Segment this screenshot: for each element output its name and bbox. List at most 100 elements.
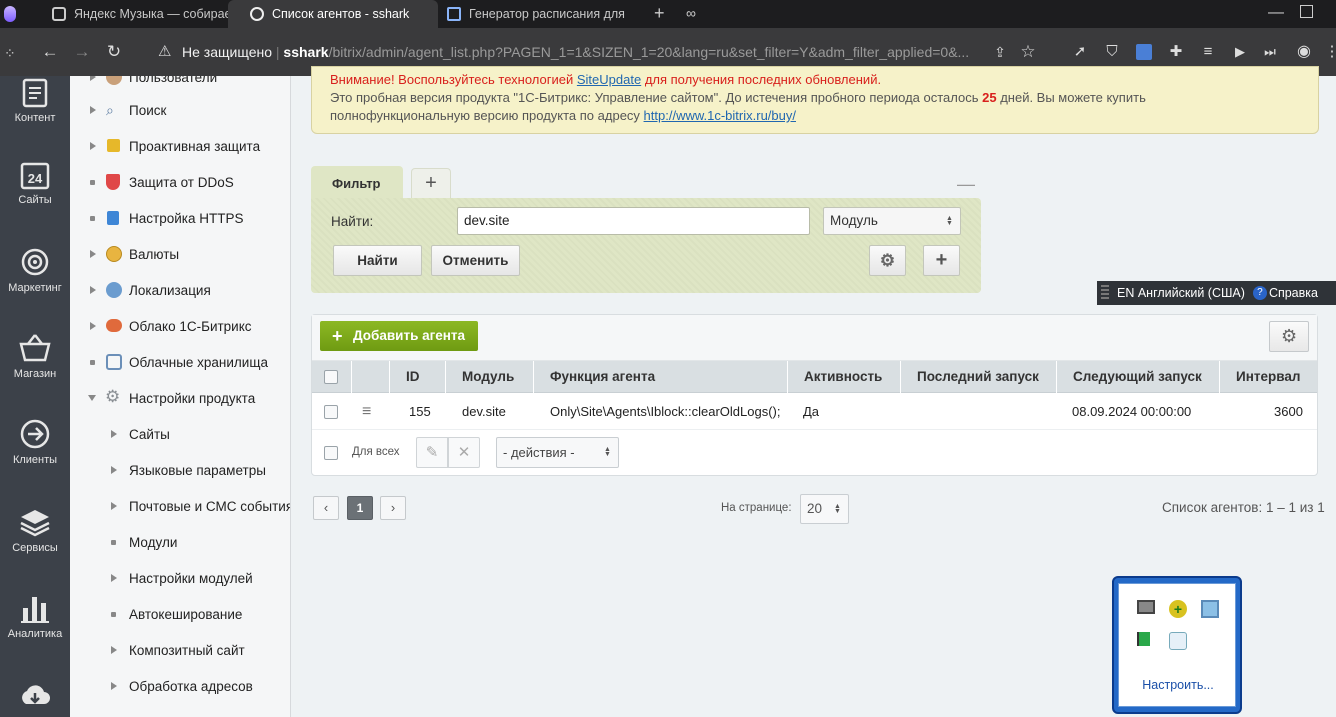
expand-arrow-icon[interactable] bbox=[111, 502, 117, 510]
next-track-icon[interactable]: ⏭ bbox=[1260, 42, 1280, 62]
next-page-button[interactable]: › bbox=[380, 496, 406, 520]
expand-arrow-icon[interactable] bbox=[111, 682, 117, 690]
find-input[interactable]: dev.site bbox=[457, 207, 810, 235]
column-header-module[interactable]: Модуль bbox=[446, 361, 534, 393]
menu-item-composite[interactable]: Композитный сайт bbox=[70, 639, 245, 661]
menu-item-https[interactable]: Настройка HTTPS bbox=[70, 207, 243, 229]
siteupdate-link[interactable]: SiteUpdate bbox=[577, 72, 641, 87]
collapse-arrow-icon[interactable] bbox=[88, 395, 96, 401]
module-select[interactable]: Модуль ▲ ▼ bbox=[823, 207, 961, 235]
minimize-window-icon[interactable]: — bbox=[1268, 4, 1284, 22]
tab-groups-icon[interactable]: ∞ bbox=[686, 5, 696, 21]
configure-link[interactable]: Настроить... bbox=[1119, 678, 1237, 692]
menu-item-module-settings[interactable]: Настройки модулей bbox=[70, 567, 253, 589]
flag-icon[interactable] bbox=[1137, 632, 1155, 646]
url-field[interactable]: Не защищено | sshark/bitrix/admin/agent_… bbox=[182, 44, 969, 60]
expand-arrow-icon[interactable] bbox=[90, 286, 96, 294]
column-header-next-run[interactable]: Следующий запуск bbox=[1057, 361, 1220, 393]
menu-item-localization[interactable]: Локализация bbox=[70, 279, 211, 301]
profile-icon[interactable]: ◉ bbox=[1294, 42, 1314, 62]
warning-icon[interactable]: ⚠ bbox=[158, 42, 171, 60]
expand-arrow-icon[interactable] bbox=[111, 430, 117, 438]
panel-item-clients[interactable]: Клиенты bbox=[0, 418, 70, 466]
expand-arrow-icon[interactable] bbox=[111, 574, 117, 582]
menu-item-search[interactable]: ⌕ Поиск bbox=[70, 99, 166, 121]
column-header-id[interactable]: ID bbox=[390, 361, 446, 393]
panel-item-cloud[interactable] bbox=[0, 680, 70, 714]
menu-icon[interactable]: ⋮ bbox=[1322, 42, 1336, 62]
back-icon[interactable]: ← bbox=[40, 42, 60, 62]
menu-item-users[interactable]: Пользователи bbox=[70, 76, 217, 88]
menu-item-cloud-storage[interactable]: Облачные хранилища bbox=[70, 351, 268, 373]
expand-arrow-icon[interactable] bbox=[90, 106, 96, 114]
tab-schedule-generator[interactable]: Генератор расписания для bbox=[425, 0, 640, 28]
actions-select[interactable]: - действия - ▲ ▼ bbox=[496, 437, 619, 468]
menu-item-product-settings[interactable]: ⚙ Настройки продукта bbox=[70, 387, 255, 409]
help-icon[interactable]: ? bbox=[1252, 286, 1267, 300]
add-filter-field-button[interactable]: + bbox=[923, 245, 960, 276]
expand-arrow-icon[interactable] bbox=[90, 76, 96, 81]
tab-agent-list[interactable]: Список агентов - sshark bbox=[228, 0, 438, 28]
reload-icon[interactable]: ↻ bbox=[104, 42, 124, 62]
menu-item-autocache[interactable]: Автокеширование bbox=[70, 603, 242, 625]
extensions-icon[interactable]: ✚ bbox=[1166, 42, 1186, 62]
panel-item-sites[interactable]: 24 Сайты bbox=[0, 160, 70, 206]
buy-link[interactable]: http://www.1c-bitrix.ru/buy/ bbox=[644, 108, 796, 123]
language-indicator[interactable]: EN Английский (США) bbox=[1117, 286, 1245, 300]
column-header-interval[interactable]: Интервал bbox=[1220, 361, 1317, 393]
filter-tab[interactable]: Фильтр bbox=[311, 166, 403, 198]
new-tab-icon[interactable]: + bbox=[654, 3, 665, 24]
prev-page-button[interactable]: ‹ bbox=[313, 496, 339, 520]
menu-item-modules[interactable]: Модули bbox=[70, 531, 177, 553]
edit-selected-button[interactable]: ✎ bbox=[416, 437, 448, 468]
expand-arrow-icon[interactable] bbox=[111, 646, 117, 654]
add-agent-button[interactable]: + Добавить агента bbox=[320, 321, 478, 351]
bookmark-star-icon[interactable]: ☆ bbox=[1018, 42, 1038, 62]
add-filter-tab-button[interactable]: + bbox=[411, 168, 451, 198]
column-header-last-run[interactable]: Последний запуск bbox=[901, 361, 1057, 393]
browser-logo-icon[interactable] bbox=[4, 6, 16, 22]
play-icon[interactable]: ▶ bbox=[1230, 42, 1250, 62]
tab-yandex-music[interactable]: Яндекс Музыка — собираем bbox=[30, 0, 235, 28]
for-all-checkbox[interactable] bbox=[324, 446, 338, 460]
rocket-icon[interactable]: ➚ bbox=[1070, 42, 1090, 62]
menu-item-proactive[interactable]: Проактивная защита bbox=[70, 135, 260, 157]
panel-item-marketing[interactable]: Маркетинг bbox=[0, 246, 70, 294]
find-button[interactable]: Найти bbox=[333, 245, 422, 276]
playlist-icon[interactable]: ≡ bbox=[1198, 42, 1218, 62]
expand-arrow-icon[interactable] bbox=[90, 250, 96, 258]
apps-grid-icon[interactable]: ⁘ bbox=[4, 45, 16, 62]
menu-item-sites[interactable]: Сайты bbox=[70, 423, 170, 445]
menu-item-bitrix-cloud[interactable]: Облако 1С-Битрикс bbox=[70, 315, 252, 337]
row-checkbox[interactable] bbox=[324, 405, 338, 419]
share-icon[interactable]: ⇪ bbox=[990, 42, 1010, 62]
expand-arrow-icon[interactable] bbox=[90, 142, 96, 150]
table-row[interactable]: ≡ 155 dev.site Only\Site\Agents\Iblock::… bbox=[312, 394, 1317, 430]
app-icon[interactable] bbox=[1169, 632, 1187, 650]
delete-selected-button[interactable]: ✕ bbox=[448, 437, 480, 468]
drag-handle-icon[interactable] bbox=[1101, 285, 1109, 301]
per-page-select[interactable]: 20 ▲ ▼ bbox=[800, 494, 849, 524]
minimize-filter-icon[interactable]: — bbox=[957, 174, 975, 195]
menu-item-mail-sms[interactable]: Почтовые и СМС события bbox=[70, 495, 290, 517]
plus-circle-icon[interactable]: + bbox=[1169, 600, 1187, 618]
menu-item-currency[interactable]: Валюты bbox=[70, 243, 179, 265]
translate-icon[interactable] bbox=[1136, 44, 1152, 60]
select-all-checkbox[interactable] bbox=[324, 370, 338, 384]
column-header-activity[interactable]: Активность bbox=[788, 361, 901, 393]
expand-arrow-icon[interactable] bbox=[90, 322, 96, 330]
menu-item-ddos[interactable]: Защита от DDoS bbox=[70, 171, 234, 193]
expand-arrow-icon[interactable] bbox=[111, 466, 117, 474]
menu-item-url-processing[interactable]: Обработка адресов bbox=[70, 675, 253, 697]
panel-item-shop[interactable]: Магазин bbox=[0, 332, 70, 380]
filter-settings-button[interactable]: ⚙ bbox=[869, 245, 906, 276]
current-page[interactable]: 1 bbox=[347, 496, 373, 520]
shield-icon[interactable]: ⛉ bbox=[1102, 42, 1122, 62]
column-header-function[interactable]: Функция агента bbox=[534, 361, 788, 393]
monitor-icon[interactable] bbox=[1137, 600, 1155, 614]
panel-item-content[interactable]: Контент bbox=[0, 78, 70, 124]
panel-item-analytics[interactable]: Аналитика bbox=[0, 592, 70, 640]
restore-window-icon[interactable] bbox=[1300, 5, 1313, 18]
network-icon[interactable] bbox=[1201, 600, 1219, 618]
row-menu-icon[interactable]: ≡ bbox=[362, 394, 371, 430]
